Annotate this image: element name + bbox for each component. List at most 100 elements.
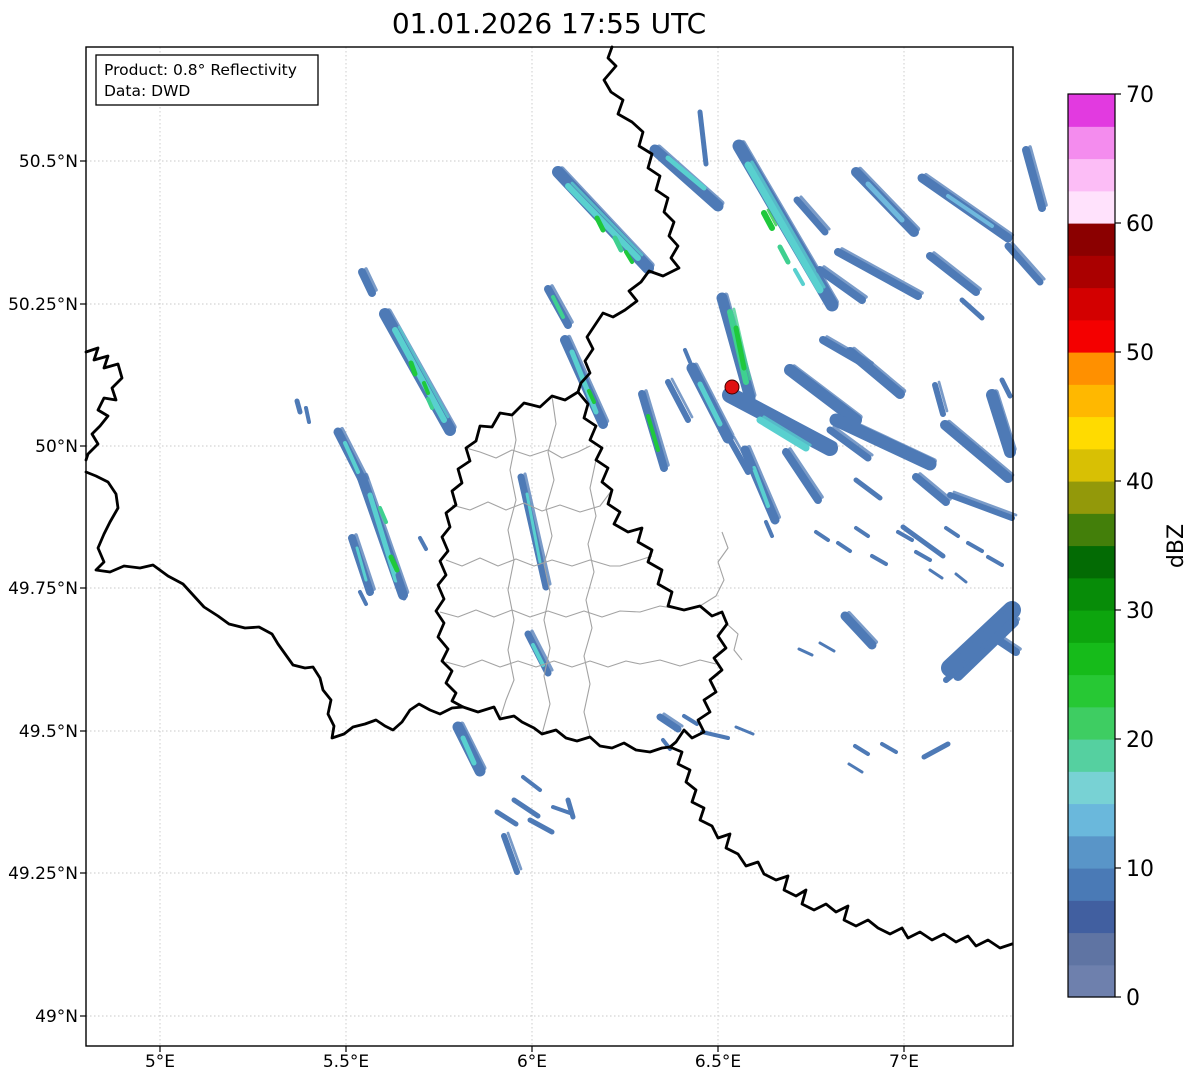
country-border-line (576, 390, 729, 749)
colorbar-tick-label: 20 (1126, 728, 1154, 753)
country-border-line (434, 390, 580, 709)
xtick-label: 7°E (889, 1052, 919, 1072)
radar-echo (511, 797, 541, 819)
colorbar-segment (1068, 900, 1115, 934)
radar-echo (986, 555, 1004, 567)
product-annotation-box: Product: 0.8° Reflectivity Data: DWD (95, 54, 319, 106)
xtick-label: 5°E (145, 1052, 175, 1072)
colorbar-tick-label: 30 (1126, 599, 1154, 624)
radar-echo (946, 194, 994, 228)
colorbar-tick-label: 0 (1126, 986, 1140, 1011)
colorbar-segment (1068, 481, 1115, 514)
colorbar-segment (1068, 287, 1115, 321)
country-border-line (461, 705, 672, 754)
radar-echo (793, 268, 805, 286)
radar-echo (870, 554, 888, 566)
radar-echo (682, 714, 699, 726)
radar-echo (521, 775, 542, 792)
admin-border-line (499, 414, 517, 720)
radar-site-marker (724, 379, 740, 395)
admin-border-line (541, 395, 557, 735)
radar-echo (683, 348, 692, 364)
radar-echo (494, 809, 519, 827)
radar-echo (782, 448, 822, 504)
radar-echo (744, 161, 824, 294)
radar-echo (959, 297, 985, 321)
country-border-line (576, 45, 681, 394)
colorbar-segment (1068, 642, 1115, 676)
colorbar-segment (1068, 158, 1115, 192)
radar-echo-texture (363, 472, 410, 595)
radar-echo (784, 364, 862, 426)
radar-echo (900, 524, 946, 559)
radar-echo (853, 744, 870, 756)
radar-echo (527, 817, 555, 835)
radar-echo-texture (791, 364, 863, 420)
colorbar-tick-label: 50 (1126, 341, 1154, 366)
colorbar (1068, 93, 1121, 998)
colorbar-segment (1068, 674, 1115, 708)
radar-echo (912, 473, 950, 506)
ytick-label: 50.25°N (8, 295, 78, 315)
radar-echo (777, 244, 791, 265)
radar-echo-texture (750, 160, 826, 289)
xtick-label: 6°E (517, 1052, 547, 1072)
radar-echo (358, 590, 368, 606)
radar-echo (551, 805, 572, 815)
radar-echo (880, 742, 898, 754)
radar-echo (836, 541, 852, 553)
colorbar-segment (1068, 352, 1115, 385)
ytick-label: 49.75°N (8, 579, 78, 599)
radar-echo (797, 647, 814, 657)
country-border-line (668, 745, 1014, 950)
colorbar-segment (1068, 513, 1115, 547)
colorbar-segment (1068, 255, 1115, 289)
colorbar-segment (1068, 868, 1115, 901)
radar-echo-texture (952, 490, 1018, 517)
colorbar-tick-label: 40 (1126, 470, 1154, 495)
admin-border-line (465, 445, 591, 459)
radar-echo (966, 541, 984, 553)
map-canvas: 01.01.2026 17:55 UTC Product: 0.8° Refle… (8, 7, 1189, 1072)
radar-echo (700, 730, 730, 740)
colorbar-segment (1068, 416, 1115, 450)
ytick-label: 50.5°N (19, 152, 78, 172)
colorbar-segment (1068, 223, 1115, 256)
radar-map-figure: 01.01.2026 17:55 UTC Product: 0.8° Refle… (0, 0, 1202, 1081)
radar-echo (926, 252, 980, 296)
radar-echo (649, 144, 724, 212)
colorbar-segment (1068, 190, 1115, 224)
colorbar-segment (1068, 771, 1115, 805)
xtick-label: 6.5°E (695, 1052, 741, 1072)
radar-echo (722, 387, 838, 456)
ytick-label: 50°N (35, 437, 78, 457)
radar-echo (865, 181, 905, 223)
radar-echo (764, 520, 774, 538)
radar-echo (853, 477, 883, 501)
radar-echo (294, 398, 303, 415)
radar-echo (944, 526, 960, 538)
colorbar-segment (1068, 94, 1115, 127)
radar-echo-texture (932, 251, 982, 291)
admin-border-line (726, 623, 743, 661)
page-title: 01.01.2026 17:55 UTC (392, 7, 706, 40)
colorbar-segment (1068, 964, 1115, 998)
radar-echo-texture (788, 447, 824, 499)
radar-echo (367, 492, 399, 583)
colorbar-segment (1068, 384, 1115, 418)
colorbar-segment (1068, 835, 1115, 869)
radar-echo-texture (570, 181, 644, 257)
radar-echo-texture (523, 472, 552, 586)
admin-border-line (699, 531, 729, 607)
radar-echo (999, 377, 1013, 399)
admin-borders (439, 395, 743, 738)
radar-echo (928, 568, 944, 580)
radar-echo (818, 641, 836, 653)
radar-echo (392, 327, 447, 423)
radar-echo (854, 526, 870, 538)
radar-echo (304, 406, 311, 424)
xtick-label: 5.5°E (323, 1052, 369, 1072)
radar-echo (954, 572, 968, 584)
annotation-data-line: Data: DWD (104, 82, 190, 100)
colorbar-segment (1068, 448, 1115, 482)
